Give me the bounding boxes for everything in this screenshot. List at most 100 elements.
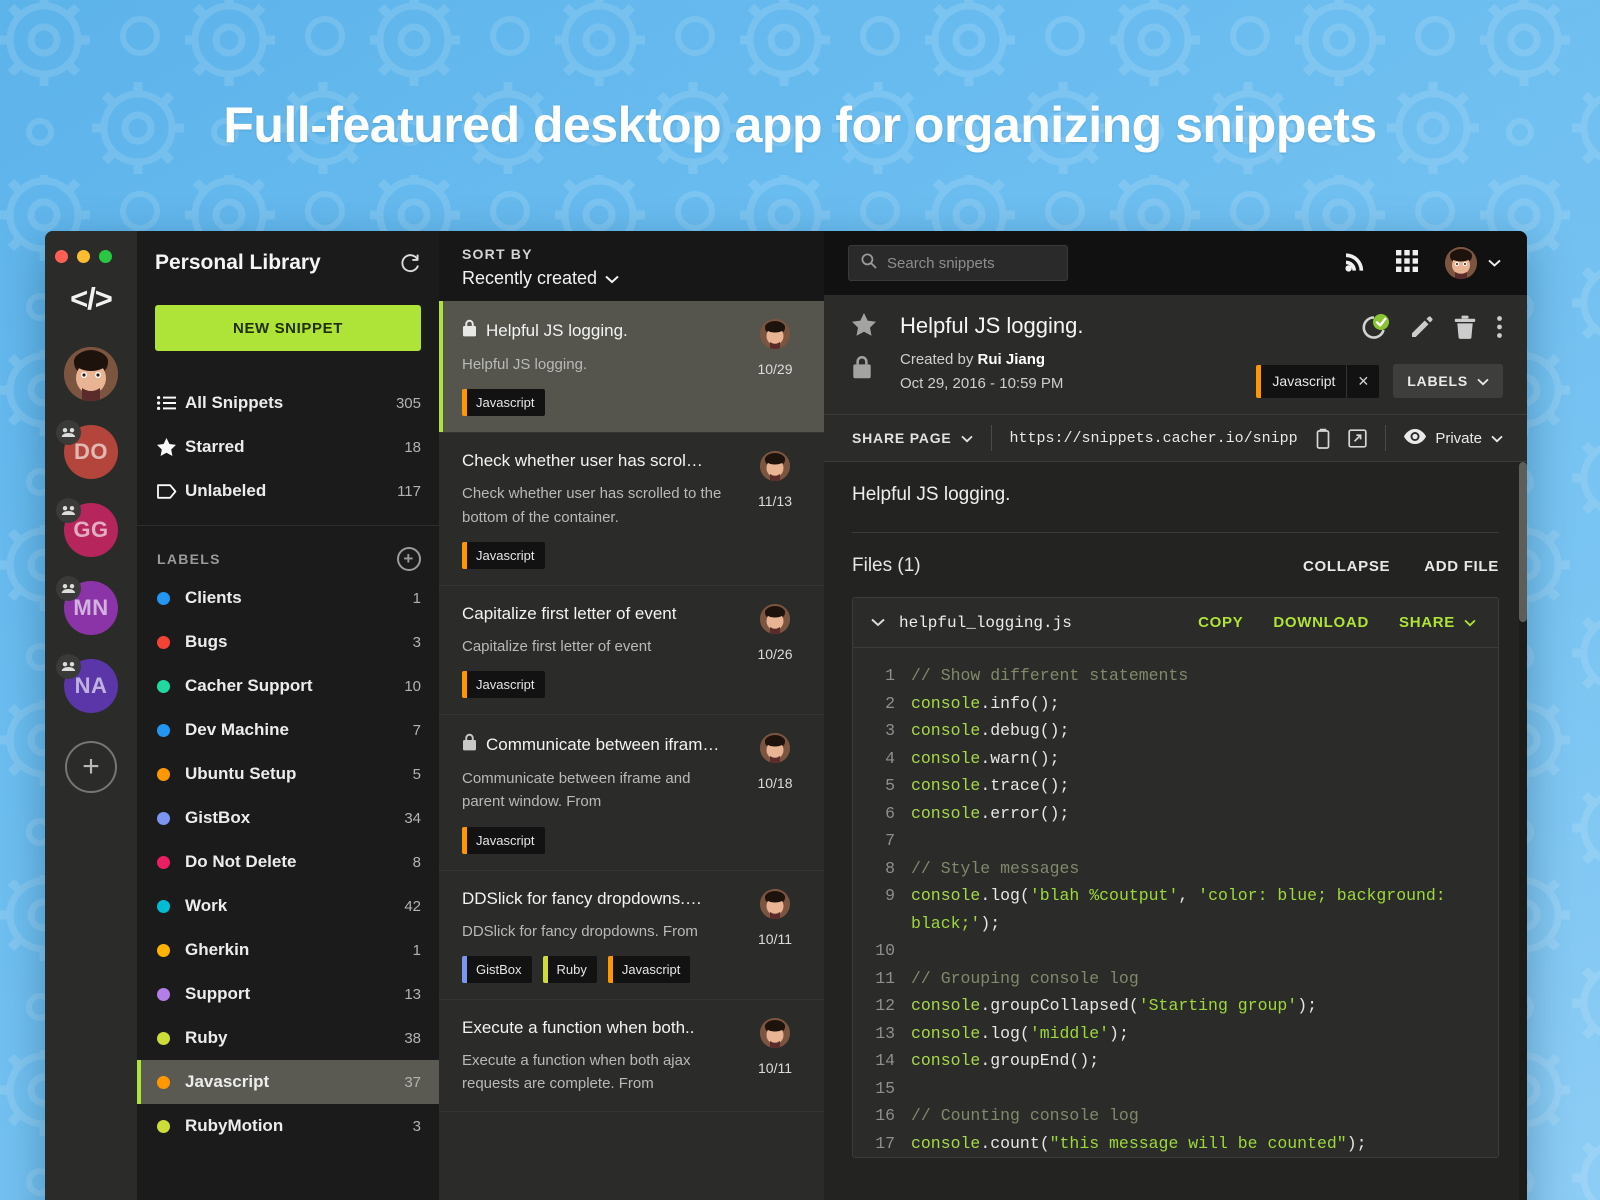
sidebar-label-dev-machine[interactable]: Dev Machine 7 xyxy=(137,708,439,752)
sidebar: Personal Library NEW SNIPPET All Snippet… xyxy=(137,231,439,1200)
line-number: 2 xyxy=(885,693,895,713)
sidebar-label-support[interactable]: Support 13 xyxy=(137,972,439,1016)
snippet-chip[interactable]: Javascript xyxy=(607,955,691,983)
sidebar-item-all-snippets[interactable]: All Snippets 305 xyxy=(137,381,439,425)
lock-icon xyxy=(462,733,477,756)
sort-by-value-row[interactable]: Recently created xyxy=(462,268,824,289)
snippet-chip[interactable]: Javascript xyxy=(462,671,545,698)
labels-section-header: LABELS + xyxy=(137,542,439,576)
code-text: // Show different statements xyxy=(911,666,1189,685)
sidebar-label-javascript[interactable]: Javascript 37 xyxy=(137,1060,439,1104)
share-button[interactable]: SHARE xyxy=(1399,614,1476,631)
sidebar-item-starred[interactable]: Starred 18 xyxy=(137,425,439,469)
sidebar-label-do-not-delete[interactable]: Do Not Delete 8 xyxy=(137,840,439,884)
rss-icon[interactable] xyxy=(1344,248,1369,278)
minimize-window-button[interactable] xyxy=(77,250,90,263)
detail-scrollbar-thumb[interactable] xyxy=(1519,462,1527,622)
download-button[interactable]: DOWNLOAD xyxy=(1273,614,1369,631)
snippet-chip[interactable]: Javascript xyxy=(462,389,545,417)
rail-user-avatar[interactable] xyxy=(64,347,118,401)
rail-team-NA[interactable]: NA xyxy=(56,654,118,713)
sidebar-label-gherkin[interactable]: Gherkin 1 xyxy=(137,928,439,972)
avatar xyxy=(760,319,790,349)
rail-team-GG[interactable]: GG xyxy=(56,498,118,557)
code-editor[interactable]: 1 // Show different statements 2 console.in… xyxy=(853,648,1498,1157)
star-icon[interactable] xyxy=(852,313,876,341)
code-text: console.log('blah %coutput', 'color: blu… xyxy=(911,886,1456,933)
group-icon xyxy=(56,420,81,445)
label-name: Ubuntu Setup xyxy=(185,764,297,783)
visibility-dropdown[interactable]: Private xyxy=(1404,428,1503,448)
add-team-button[interactable]: + xyxy=(65,741,117,793)
snippet-list-item[interactable]: Capitalize first letter of event Capital… xyxy=(439,585,824,715)
sidebar-item-unlabeled[interactable]: Unlabeled 117 xyxy=(137,469,439,513)
external-link-icon[interactable] xyxy=(1347,428,1367,448)
add-file-button[interactable]: ADD FILE xyxy=(1424,558,1499,575)
snippet-list-item[interactable]: Helpful JS logging. Helpful JS logging. … xyxy=(439,301,824,434)
labels-dropdown-button[interactable]: LABELS xyxy=(1393,364,1503,398)
share-url[interactable]: https://snippets.cacher.io/snipp xyxy=(1010,430,1298,447)
rail-team-MN[interactable]: MN xyxy=(56,576,118,635)
snippet-chip[interactable]: GistBox xyxy=(462,955,532,983)
snippet-chip[interactable]: Javascript xyxy=(462,826,545,854)
sort-by-control[interactable]: SORT BY Recently created xyxy=(439,231,824,301)
share-page-label: SHARE PAGE xyxy=(852,430,952,446)
sidebar-label-rubymotion[interactable]: RubyMotion 3 xyxy=(137,1104,439,1148)
sidebar-label-ruby[interactable]: Ruby 38 xyxy=(137,1016,439,1060)
snippet-list-item[interactable]: Execute a function when both.. Execute a… xyxy=(439,999,824,1113)
sidebar-label-ubuntu-setup[interactable]: Ubuntu Setup 5 xyxy=(137,752,439,796)
sidebar-label-clients[interactable]: Clients 1 xyxy=(137,576,439,620)
group-icon xyxy=(56,654,81,679)
detail-label-chip[interactable]: Javascript ✕ xyxy=(1256,364,1380,398)
created-by-prefix: Created by xyxy=(900,351,978,368)
sidebar-label-cacher-support[interactable]: Cacher Support 10 xyxy=(137,664,439,708)
close-window-button[interactable] xyxy=(55,250,68,263)
share-button-label: SHARE xyxy=(1398,614,1455,631)
new-snippet-label: NEW SNIPPET xyxy=(233,319,343,337)
snippet-title: Communicate between ifram… xyxy=(486,734,720,754)
sidebar-label-work[interactable]: Work 42 xyxy=(137,884,439,928)
share-page-dropdown[interactable]: SHARE PAGE xyxy=(852,430,973,446)
collapse-button[interactable]: COLLAPSE xyxy=(1303,558,1390,575)
snippet-list-item[interactable]: Check whether user has scrol… Check whet… xyxy=(439,433,824,586)
clipboard-icon[interactable] xyxy=(1314,428,1332,449)
label-count: 37 xyxy=(404,1073,421,1091)
snippet-list-item[interactable]: Communicate between ifram… Communicate b… xyxy=(439,715,824,871)
snippet-chip[interactable]: Javascript xyxy=(462,541,545,569)
line-number: 4 xyxy=(885,748,895,768)
label-color-swatch xyxy=(157,811,170,825)
new-snippet-button[interactable]: NEW SNIPPET xyxy=(155,305,421,351)
rail-team-DO[interactable]: DO xyxy=(56,420,118,479)
close-icon[interactable]: ✕ xyxy=(1346,364,1379,398)
chevron-down-icon[interactable] xyxy=(871,614,885,632)
snippet-chips: GistBox Ruby Javascript xyxy=(462,955,734,983)
snippet-list[interactable]: Helpful JS logging. Helpful JS logging. … xyxy=(439,301,824,1200)
trash-icon[interactable] xyxy=(1454,315,1476,344)
chevron-down-icon[interactable] xyxy=(1488,254,1501,272)
maximize-window-button[interactable] xyxy=(99,250,112,263)
code-line: 7 xyxy=(853,827,1498,855)
snippet-list-item[interactable]: DDSlick for fancy dropdowns.… DDSlick fo… xyxy=(439,870,824,1000)
snippet-chips: Javascript xyxy=(462,389,734,417)
code-text: console.groupEnd(); xyxy=(911,1051,1100,1070)
edit-pencil-icon[interactable] xyxy=(1410,315,1434,344)
sync-check-icon[interactable] xyxy=(1360,313,1390,346)
code-text: // Style messages xyxy=(911,858,1080,878)
label-count: 3 xyxy=(412,1117,421,1135)
plus-circle-icon[interactable]: + xyxy=(397,547,421,571)
code-line: 4 console.warn(); xyxy=(853,745,1498,773)
line-number: 13 xyxy=(875,1023,895,1043)
avatar[interactable] xyxy=(1445,247,1477,279)
top-bar: Search snippets xyxy=(824,231,1527,295)
sidebar-label-bugs[interactable]: Bugs 3 xyxy=(137,620,439,664)
copy-button[interactable]: COPY xyxy=(1198,614,1243,631)
more-vertical-icon[interactable] xyxy=(1496,315,1503,344)
snippet-chip[interactable]: Ruby xyxy=(542,955,597,983)
detail-scrollbar-track[interactable] xyxy=(1519,462,1527,1200)
search-input[interactable]: Search snippets xyxy=(848,245,1068,281)
code-line: 2 console.info(); xyxy=(853,690,1498,718)
window-traffic-lights[interactable] xyxy=(45,241,137,263)
apps-grid-icon[interactable] xyxy=(1395,249,1419,278)
sidebar-label-gistbox[interactable]: GistBox 34 xyxy=(137,796,439,840)
refresh-icon[interactable] xyxy=(400,253,421,274)
